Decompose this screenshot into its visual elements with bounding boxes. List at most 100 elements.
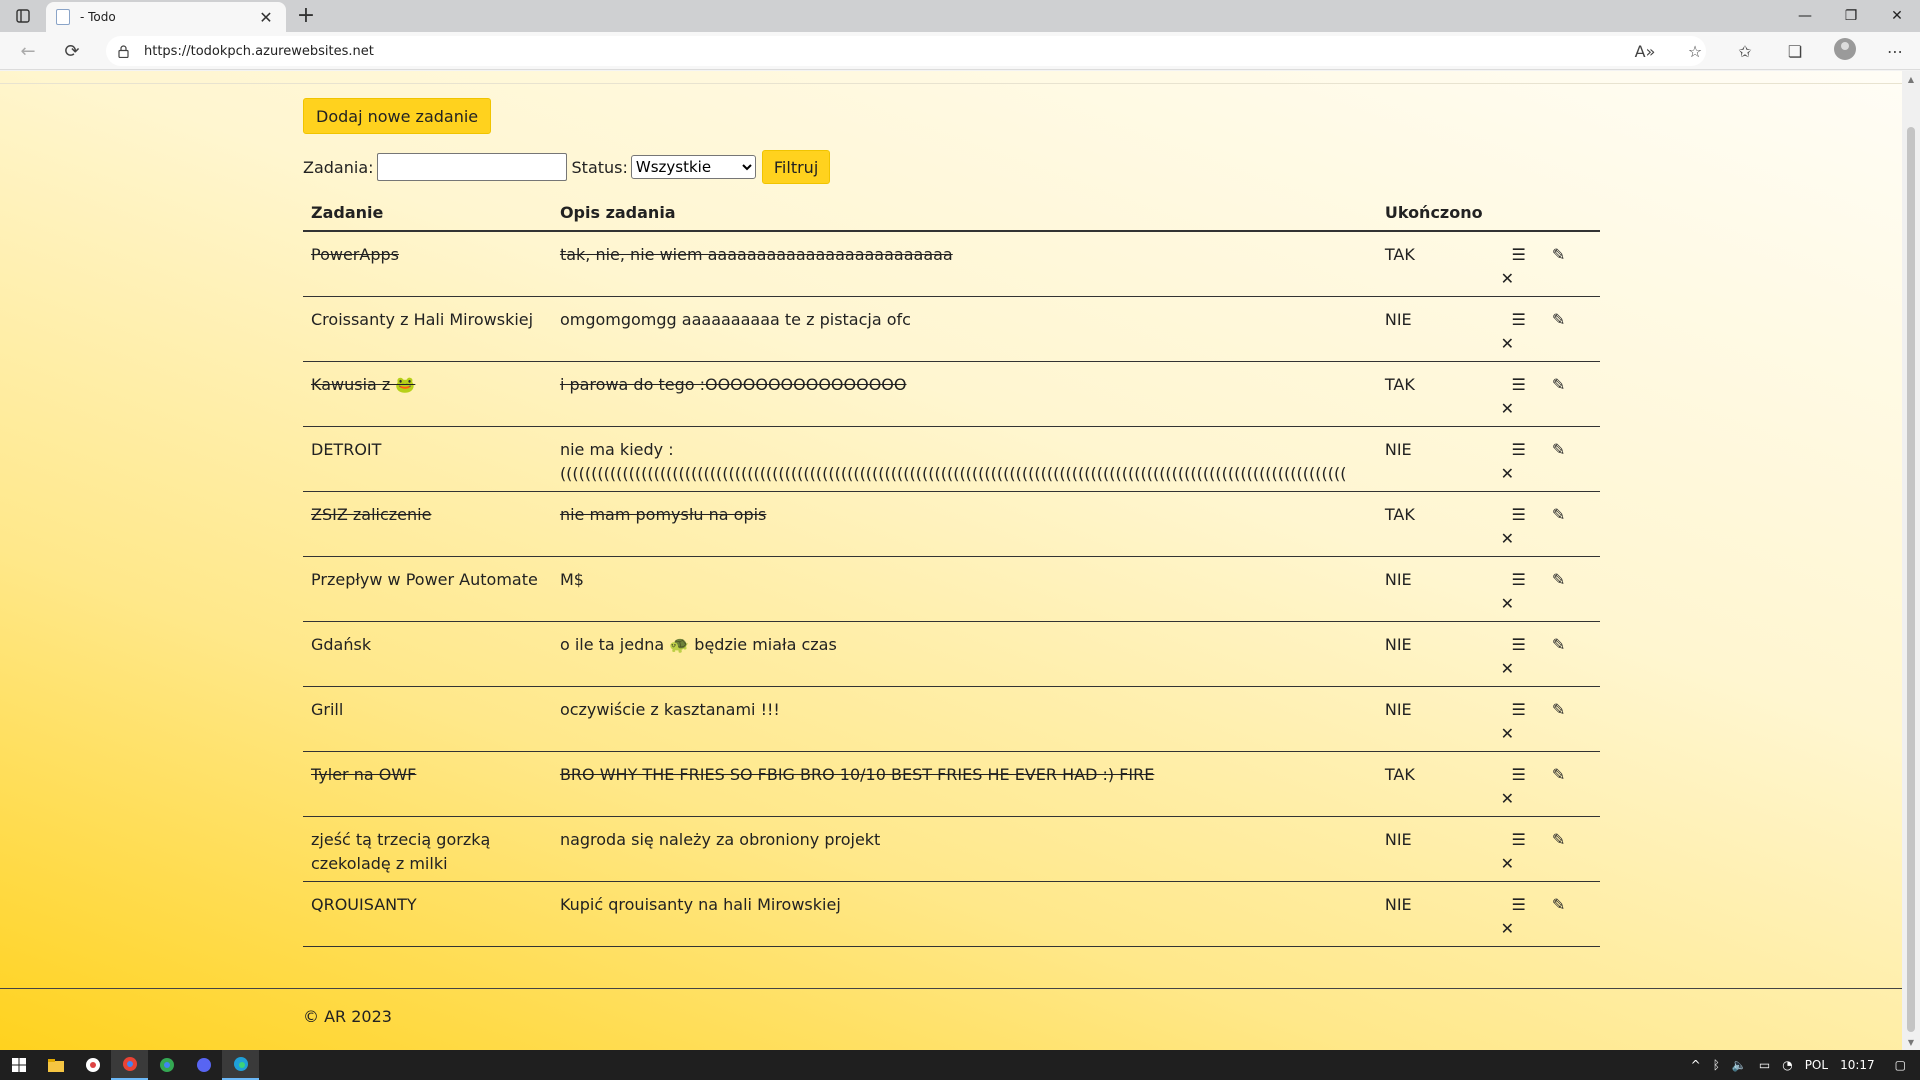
discord-icon[interactable] [185, 1050, 222, 1080]
delete-icon[interactable]: ✕ [1499, 592, 1539, 616]
table-header-row: Zadanie Opis zadania Ukończono [303, 193, 1600, 232]
task-completed: TAK [1376, 361, 1491, 427]
task-description: oczywiście z kasztanami !!! [551, 686, 1377, 752]
favorite-star-icon[interactable]: ☆ [1670, 42, 1720, 61]
task-actions: ☰ ✎ ✕ [1490, 361, 1600, 427]
delete-icon[interactable]: ✕ [1499, 332, 1539, 356]
edit-icon[interactable]: ✎ [1539, 763, 1579, 787]
task-name: Gdańsk [303, 621, 552, 687]
edit-icon[interactable]: ✎ [1539, 828, 1579, 852]
table-row: zjeść tą trzecią gorzką czekoladę z milk… [303, 816, 1600, 882]
table-row: DETROIT nie ma kiedy : ((((((((((((((((((… [303, 426, 1600, 492]
details-icon[interactable]: ☰ [1499, 243, 1539, 267]
details-icon[interactable]: ☰ [1499, 828, 1539, 852]
delete-icon[interactable]: ✕ [1499, 787, 1539, 811]
task-name: Kawusia z 🐸 [303, 361, 552, 427]
delete-icon[interactable]: ✕ [1499, 722, 1539, 746]
details-icon[interactable]: ☰ [1499, 373, 1539, 397]
task-description: nie ma kiedy : (((((((((((((((((((((((((… [551, 426, 1377, 492]
language-indicator[interactable]: POL [1799, 1058, 1834, 1072]
task-name: zjeść tą trzecią gorzką czekoladę z milk… [303, 816, 552, 882]
start-windows-icon[interactable] [0, 1050, 37, 1080]
details-icon[interactable]: ☰ [1499, 438, 1539, 462]
task-description: tak, nie, nie wiem aaaaaaaaaaaaaaaaaaaaa… [551, 231, 1377, 297]
minimize-button[interactable]: — [1782, 0, 1828, 32]
edit-icon[interactable]: ✎ [1539, 698, 1579, 722]
chrome-alt-icon[interactable] [148, 1050, 185, 1080]
details-icon[interactable]: ☰ [1499, 698, 1539, 722]
delete-icon[interactable]: ✕ [1499, 852, 1539, 876]
filter-button[interactable]: Filtruj [761, 150, 831, 184]
browser-tab[interactable]: - Todo ✕ [46, 2, 286, 32]
edit-icon[interactable]: ✎ [1539, 308, 1579, 332]
chrome-icon[interactable] [111, 1050, 148, 1080]
status-select[interactable]: Wszystkie [630, 155, 756, 179]
task-name: DETROIT [303, 426, 552, 492]
edit-icon[interactable]: ✎ [1539, 503, 1579, 527]
details-icon[interactable]: ☰ [1499, 633, 1539, 657]
delete-icon[interactable]: ✕ [1499, 462, 1539, 486]
edge-icon[interactable] [222, 1050, 259, 1080]
task-description: nagroda się należy za obroniony projekt [551, 816, 1377, 882]
battery-icon[interactable]: ▭ [1753, 1058, 1776, 1072]
tab-actions-icon[interactable] [8, 4, 38, 28]
back-icon[interactable]: ← [14, 38, 42, 64]
details-icon[interactable]: ☰ [1499, 568, 1539, 592]
tray-chevron-icon[interactable]: ^ [1685, 1058, 1707, 1072]
details-icon[interactable]: ☰ [1499, 308, 1539, 332]
edit-icon[interactable]: ✎ [1539, 438, 1579, 462]
vertical-scrollbar[interactable]: ▲ ▼ [1902, 71, 1920, 1050]
edit-icon[interactable]: ✎ [1539, 373, 1579, 397]
edit-icon[interactable]: ✎ [1539, 243, 1579, 267]
collections-icon[interactable]: ❏ [1770, 42, 1820, 61]
table-row: Kawusia z 🐸 i parowa do tego :OOOOOOOOOOO… [303, 361, 1600, 427]
profile-avatar[interactable] [1820, 38, 1870, 64]
itunes-icon[interactable] [74, 1050, 111, 1080]
edit-icon[interactable]: ✎ [1539, 568, 1579, 592]
close-window-button[interactable]: ✕ [1874, 0, 1920, 32]
task-filter-input[interactable] [376, 153, 567, 181]
add-task-button[interactable]: Dodaj nowe zadanie [303, 98, 492, 134]
url-text: https://todokpch.azurewebsites.net [144, 43, 374, 59]
task-actions: ☰ ✎ ✕ [1490, 621, 1600, 687]
delete-icon[interactable]: ✕ [1499, 917, 1539, 941]
bluetooth-icon[interactable]: ᛒ [1707, 1058, 1726, 1072]
read-aloud-icon[interactable]: A» [1620, 42, 1670, 61]
refresh-icon[interactable]: ⟳ [58, 38, 86, 64]
favorites-list-icon[interactable]: ✩ [1720, 42, 1770, 61]
details-icon[interactable]: ☰ [1499, 893, 1539, 917]
clock[interactable]: 10:17 [1834, 1058, 1881, 1072]
task-actions: ☰ ✎ ✕ [1490, 231, 1600, 297]
maximize-button[interactable]: ❐ [1828, 0, 1874, 32]
scroll-down-icon[interactable]: ▼ [1902, 1034, 1920, 1050]
file-explorer-icon[interactable] [37, 1050, 74, 1080]
table-row: Przepływ w Power Automate M$ NIE ☰ ✎ ✕ [303, 556, 1600, 622]
delete-icon[interactable]: ✕ [1499, 267, 1539, 291]
edit-icon[interactable]: ✎ [1539, 633, 1579, 657]
delete-icon[interactable]: ✕ [1499, 657, 1539, 681]
tab-close-icon[interactable]: ✕ [256, 8, 276, 27]
details-icon[interactable]: ☰ [1499, 503, 1539, 527]
task-description: BRO WHY THE FRIES SO FBIG BRO 10/10 BEST… [551, 751, 1377, 817]
scroll-thumb[interactable] [1907, 127, 1915, 1032]
delete-icon[interactable]: ✕ [1499, 397, 1539, 421]
volume-icon[interactable]: 🔈 [1726, 1058, 1753, 1072]
wifi-icon[interactable]: ◔ [1776, 1058, 1798, 1072]
footer-copyright: © AR 2023 [303, 1007, 392, 1026]
edit-icon[interactable]: ✎ [1539, 893, 1579, 917]
new-tab-button[interactable]: + [292, 3, 320, 29]
task-filter-label: Zadania: [303, 157, 374, 177]
delete-icon[interactable]: ✕ [1499, 527, 1539, 551]
notifications-icon[interactable]: ▢ [1881, 1058, 1920, 1072]
address-bar: ← ⟳ https://todokpch.azurewebsites.net A… [0, 32, 1920, 70]
header-actions [1490, 193, 1600, 232]
scroll-up-icon[interactable]: ▲ [1902, 71, 1920, 87]
task-completed: TAK [1376, 231, 1491, 297]
more-menu-icon[interactable]: ⋯ [1870, 42, 1920, 61]
task-actions: ☰ ✎ ✕ [1490, 751, 1600, 817]
task-completed: TAK [1376, 751, 1491, 817]
details-icon[interactable]: ☰ [1499, 763, 1539, 787]
task-description: M$ [551, 556, 1377, 622]
task-name: QROUISANTY [303, 881, 552, 947]
url-field[interactable]: https://todokpch.azurewebsites.net [106, 36, 1706, 66]
